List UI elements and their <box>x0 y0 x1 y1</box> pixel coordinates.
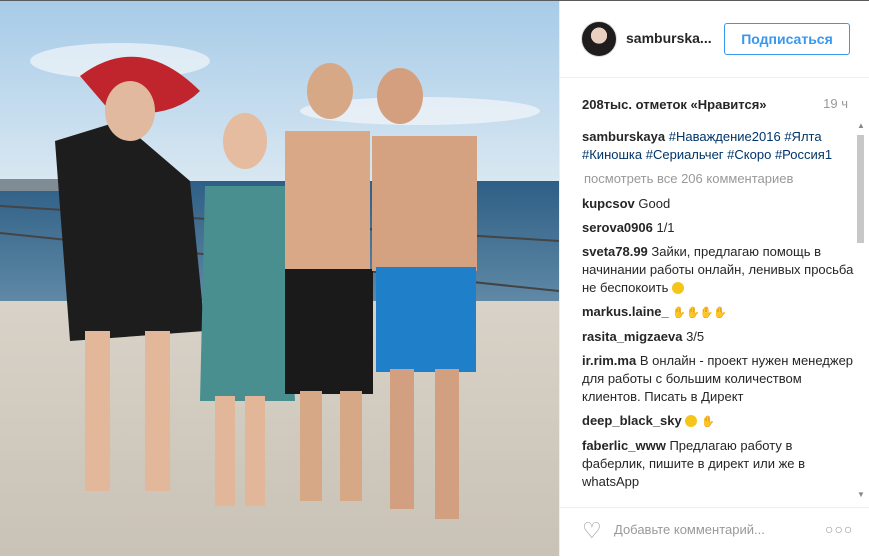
smile-emoji-icon <box>672 282 684 294</box>
scrollbar-thumb[interactable] <box>857 135 864 243</box>
photo-illustration <box>0 1 559 556</box>
comment-username[interactable]: serova0906 <box>582 220 653 235</box>
comment-username[interactable]: ir.rim.ma <box>582 353 636 368</box>
heart-icon[interactable]: ♡ <box>582 518 602 544</box>
chevron-down-icon[interactable]: ▼ <box>857 490 865 499</box>
post-header: samburska... Подписаться <box>560 1 869 78</box>
comment-text: Good <box>638 196 671 211</box>
hashtag[interactable]: #Россия1 <box>775 147 832 162</box>
post-time[interactable]: 19 ч <box>823 96 848 111</box>
more-options-icon[interactable]: ○○○ <box>825 521 853 537</box>
comment: rasita_migzaeva 3/5 <box>582 328 857 346</box>
likes-count[interactable]: 208тыс. отметок «Нравится» <box>582 97 767 112</box>
comments-list[interactable]: samburskaya #Наваждение2016 #Ялта #Кинош… <box>582 128 857 494</box>
hashtag[interactable]: #Киношка <box>582 147 642 162</box>
chevron-up-icon[interactable]: ▲ <box>857 121 865 130</box>
comment: kupcsov Good <box>582 195 857 213</box>
follow-button[interactable]: Подписаться <box>724 23 850 55</box>
comments-scrollbar[interactable]: ▲ ▼ <box>856 119 865 499</box>
post-photo[interactable] <box>0 1 559 556</box>
comment-username[interactable]: deep_black_sky <box>582 413 682 428</box>
post-footer: ♡ Добавьте комментарий... ○○○ <box>560 507 869 557</box>
comment-username[interactable]: sveta78.99 <box>582 244 648 259</box>
comment: serova0906 1/1 <box>582 219 857 237</box>
comment: ir.rim.ma В онлайн - проект нужен менедж… <box>582 352 857 406</box>
author-username[interactable]: samburska... <box>626 30 712 46</box>
comment-text: 1/1 <box>656 220 675 235</box>
post-viewer: samburska... Подписаться 208тыс. отметок… <box>0 0 869 556</box>
comment-text: 3/5 <box>686 329 705 344</box>
post-side-panel: samburska... Подписаться 208тыс. отметок… <box>559 1 869 556</box>
comment: deep_black_sky ✋ <box>582 412 857 431</box>
comment-username[interactable]: faberlic_www <box>582 438 666 453</box>
hand-emoji-icon: ✋ <box>700 416 715 428</box>
caption-username[interactable]: samburskaya <box>582 129 665 144</box>
clap-emoji-icon: ✋✋✋✋ <box>672 307 728 319</box>
view-all-comments[interactable]: посмотреть все 206 комментариев <box>584 170 857 188</box>
comment: faberlic_www Предлагаю работу в фаберлик… <box>582 437 857 491</box>
comment-username[interactable]: markus.laine_ <box>582 304 669 319</box>
hashtag[interactable]: #Скоро <box>727 147 771 162</box>
comment-username[interactable]: rasita_migzaeva <box>582 329 682 344</box>
add-comment-input[interactable]: Добавьте комментарий... <box>614 522 765 537</box>
avatar[interactable] <box>581 21 617 57</box>
hashtag[interactable]: #Наваждение2016 <box>669 129 781 144</box>
caption: samburskaya #Наваждение2016 #Ялта #Кинош… <box>582 128 857 164</box>
comment-username[interactable]: kupcsov <box>582 196 635 211</box>
likes-row: 208тыс. отметок «Нравится» 19 ч <box>582 96 848 114</box>
comment: markus.laine_ ✋✋✋✋ <box>582 303 857 322</box>
smile-emoji-icon <box>685 415 698 427</box>
hashtag[interactable]: #Сериальчег <box>646 147 724 162</box>
comment: sveta78.99 Зайки, предлагаю помощь в нач… <box>582 243 857 297</box>
hashtag[interactable]: #Ялта <box>784 129 821 144</box>
